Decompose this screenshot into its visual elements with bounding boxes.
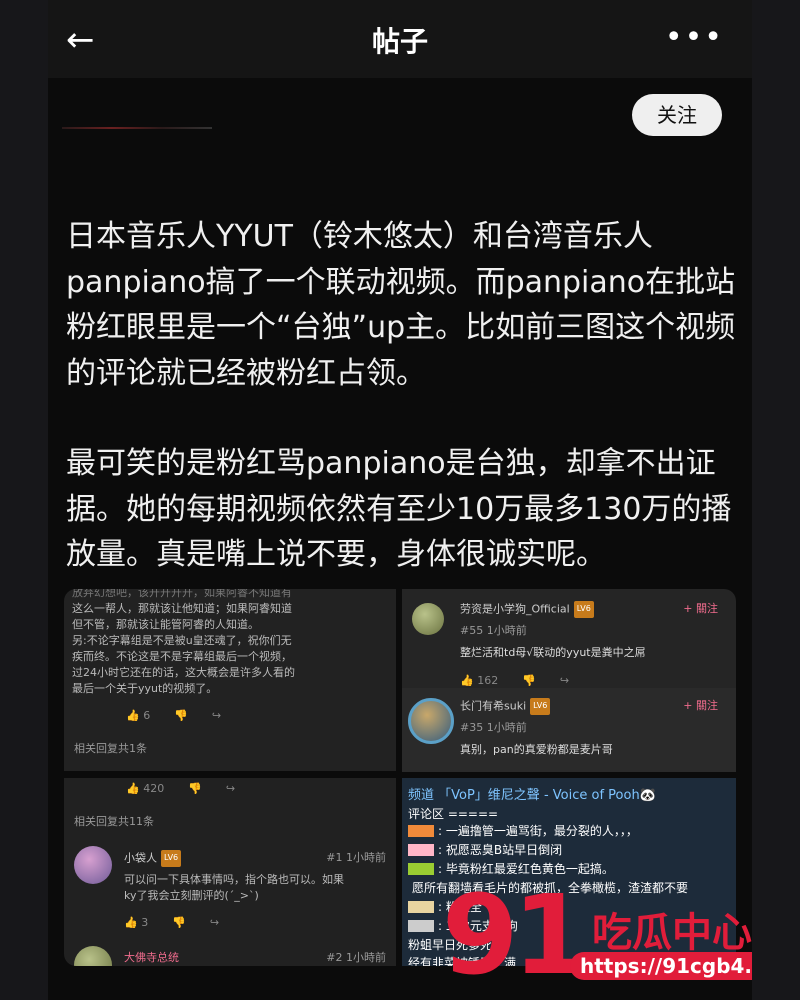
watermark-number: 91: [442, 871, 589, 999]
comment-line: 这么一帮人，那就该让他知道；如果阿睿知道: [72, 602, 292, 615]
watermark-url: https://91cgb4.com: [570, 952, 752, 980]
comment-user: 长门有希suki LV6: [460, 698, 551, 715]
avatar: [74, 846, 112, 884]
watermark-text: 吃瓜中心: [592, 910, 752, 956]
comment-user: 劳资是小学狗_Official LV6: [460, 601, 594, 618]
comment-line: 另:不论字幕组是不是被u皇还魂了，祝你们无: [72, 634, 292, 647]
avatar: [74, 946, 112, 966]
channel-title: 频道 「VoP」维尼之聲 - Voice of Pooh🐼: [408, 788, 656, 803]
post-paragraph-1: 日本音乐人YYUT（铃木悠太）和台湾音乐人panpiano搞了一个联动视频。而p…: [66, 219, 736, 391]
comment-user: 大佛寺总统: [124, 951, 179, 964]
watermark: 91 吃瓜中心 https://91cgb4.com: [442, 880, 752, 990]
author-info-placeholder: [62, 127, 212, 129]
list-item: : 祝愿恶臭B站早日倒闭: [408, 841, 562, 858]
reply-count: 相关回复共11条: [74, 815, 154, 828]
post-body: 日本音乐人YYUT（铃木悠太）和台湾音乐人panpiano搞了一个联动视频。而p…: [66, 214, 736, 623]
comment-text-top: 放弃幻想吧，该开开开开，如果阿睿不知道有: [72, 589, 292, 599]
reply-count: 相关回复共1条: [74, 742, 147, 755]
image-comment-1[interactable]: 放弃幻想吧，该开开开开，如果阿睿不知道有 这么一帮人，那就该让他知道；如果阿睿知…: [64, 589, 396, 771]
page-title: 帖子: [371, 25, 428, 58]
follow-button[interactable]: 关注: [632, 94, 722, 136]
more-options-icon[interactable]: •••: [665, 20, 724, 55]
comment-meta: #55 1小時前: [460, 624, 527, 637]
avatar: [412, 603, 444, 635]
follow-link: + 關注: [683, 602, 718, 615]
comment-actions: 👍 6 👎 ↪: [126, 709, 221, 722]
post-paragraph-2: 最可笑的是粉红骂panpiano是台独，却拿不出证据。她的每期视频依然有至少10…: [66, 446, 732, 572]
avatar: [408, 698, 454, 744]
comment-meta: #1 1小時前: [326, 851, 386, 864]
comment-actions: 👍 3 👎 ↪: [124, 916, 220, 929]
comment-meta: #2 1小時前: [326, 951, 386, 964]
dislike-icon: 👎: [174, 709, 188, 722]
image-comment-4[interactable]: 👍 420 👎 ↪ 相关回复共11条 小袋人 LV6 #1 1小時前 可以问一下具体事…: [64, 778, 396, 966]
like-icon: 👍 6: [126, 709, 151, 722]
channel-subtitle: 评论区 =====: [408, 807, 499, 821]
comment-text: ky了我会立刻删评的(´_>`): [124, 889, 259, 902]
comment-line: 过24小时它还在的话，这大概会是许多人看的: [72, 666, 295, 679]
comment-text: 真别，pan的真爱粉都是麦片哥: [460, 743, 613, 756]
list-item: : 一遍撸管一遍骂街，最分裂的人，，，: [408, 822, 638, 839]
image-comment-2[interactable]: 劳资是小学狗_Official LV6 + 關注 #55 1小時前 整烂活和td母…: [402, 589, 736, 688]
comment-actions: 👍 420 👎 ↪: [126, 782, 236, 795]
top-bar: ← 帖子 •••: [48, 0, 752, 78]
comment-line: 最后一个关于yyut的视频了。: [72, 682, 218, 695]
share-icon: ↪: [211, 709, 222, 722]
follow-link: + 關注: [683, 699, 718, 712]
comment-text: 整烂活和td母√联动的yyut是粪中之屌: [460, 646, 646, 659]
comment-meta: #35 1小時前: [460, 721, 527, 734]
comment-line: 疾而终。不论这是不是字幕组最后一个视频，: [72, 650, 292, 663]
comment-text: 可以问一下具体事情吗，指个路也可以。如果: [124, 873, 344, 886]
image-comment-3[interactable]: 长门有希suki LV6 + 關注 #35 1小時前 真别，pan的真爱粉都是麦片…: [402, 688, 736, 772]
comment-user: 小袋人 LV6: [124, 850, 182, 867]
phone-screen: ← 帖子 ••• 关注 日本音乐人YYUT（铃木悠太）和台湾音乐人panpian…: [48, 0, 752, 1000]
comment-line: 但不管，那就该让能管阿睿的人知道。: [72, 618, 259, 631]
like-icon: 👍 162: [460, 674, 499, 687]
comment-actions: 👍 162 👎 ↪: [460, 674, 570, 687]
